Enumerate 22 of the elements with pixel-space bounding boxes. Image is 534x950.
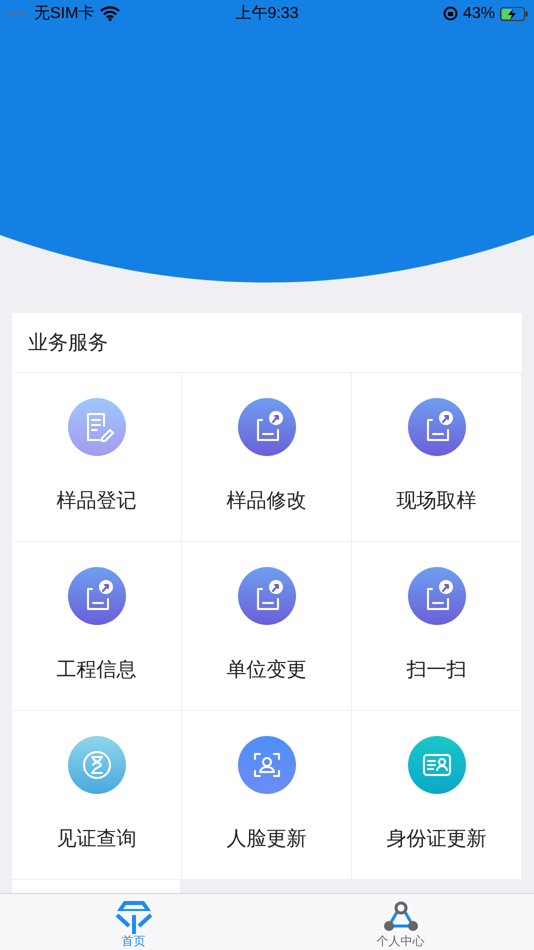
battery-percent: 43% — [462, 4, 496, 24]
wifi-icon — [100, 6, 120, 21]
section-title: 业务服务 — [28, 330, 108, 356]
service-item[interactable]: 见证查询 — [12, 711, 182, 880]
service-item[interactable]: 样品修改 — [182, 373, 352, 542]
service-item[interactable]: 身份证更新 — [352, 711, 522, 880]
service-item[interactable]: 单位变更 — [182, 542, 352, 711]
battery-icon — [500, 6, 528, 20]
profile-icon — [382, 900, 418, 934]
service-item[interactable]: 工程信息 — [12, 542, 182, 711]
document-pencil-icon — [68, 398, 126, 456]
home-icon — [116, 900, 152, 934]
status-time: 上午9:33 — [235, 4, 299, 24]
face-scan-icon — [238, 736, 296, 794]
tab-bar-item[interactable]: 个人中心 — [267, 894, 534, 950]
service-item[interactable]: 样品登记 — [12, 373, 182, 542]
service-item[interactable]: 现场取样 — [352, 373, 522, 542]
service-item[interactable]: 扫一扫 — [352, 542, 522, 711]
service-item[interactable]: 人脸更新 — [182, 711, 352, 880]
id-card-icon — [408, 736, 466, 794]
carrier-text: 无SIM卡 — [34, 4, 94, 24]
signal-icon — [6, 12, 28, 16]
